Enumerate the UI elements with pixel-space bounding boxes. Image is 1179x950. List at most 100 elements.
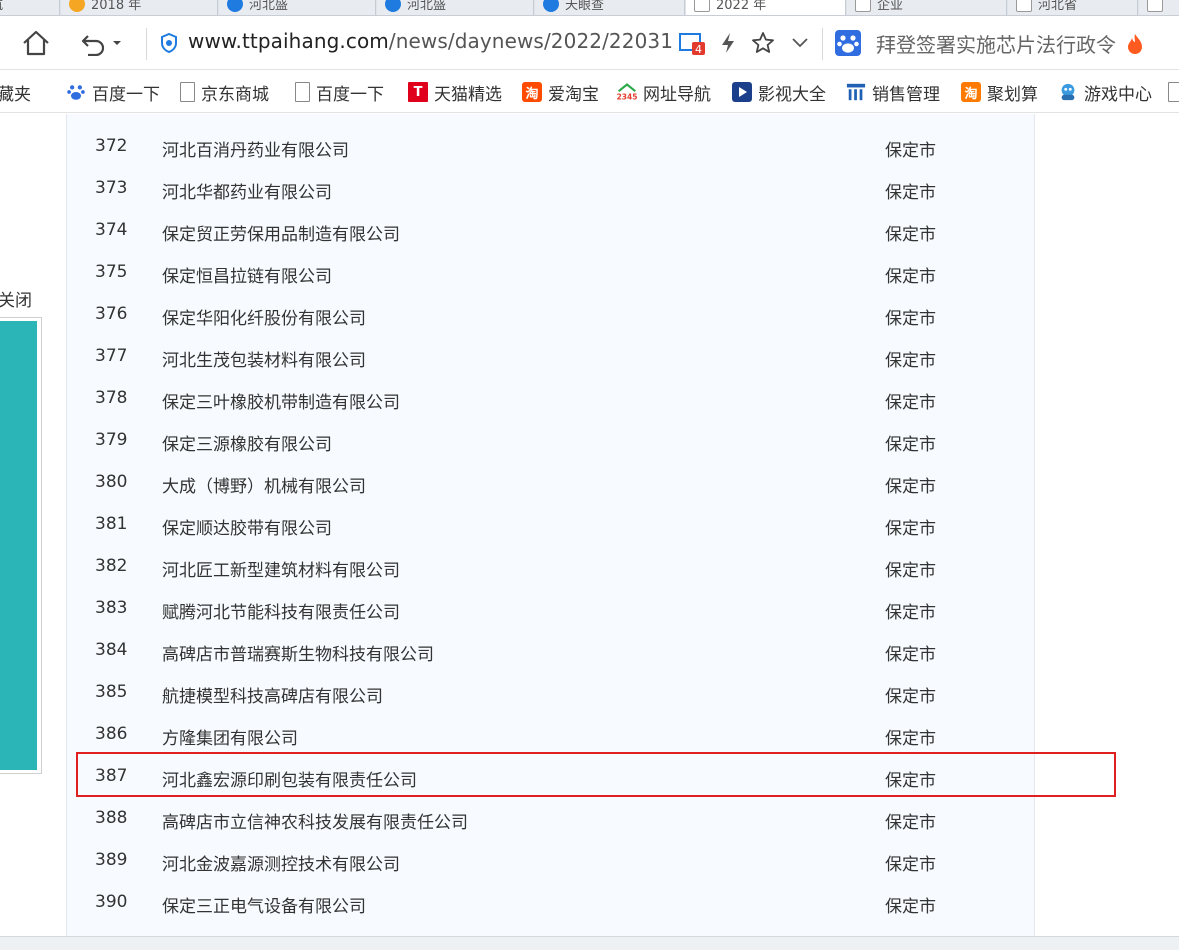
bookmark-sales[interactable]: 销售管理 [846, 80, 940, 105]
taobao-icon: 淘 [522, 82, 542, 102]
city-name: 保定市 [885, 477, 936, 497]
bookmark-favorites[interactable]: 收藏夹 [0, 80, 31, 105]
tab-label: 航 [0, 0, 3, 13]
bookmark-baidu[interactable]: 百度一下 [66, 80, 160, 105]
tab-manager-button[interactable]: 4 [674, 25, 710, 61]
table-row: 389 河北金波嘉源测控技术有限公司 保定市 [67, 840, 1036, 882]
lightning-button[interactable] [710, 25, 746, 61]
bookmark-label: 影视大全 [758, 84, 826, 105]
baidu-paw-icon [835, 30, 861, 56]
search-engine-button[interactable] [830, 25, 866, 61]
tab-4[interactable]: 河北盛 [377, 0, 534, 15]
bookmark-baidu-2[interactable]: 百度一下 [295, 80, 384, 105]
company-name: 河北匠工新型建筑材料有限公司 [162, 561, 400, 581]
home-button[interactable] [18, 25, 54, 61]
city-name: 保定市 [885, 729, 936, 749]
bookmark-label: 收藏夹 [0, 84, 31, 105]
address-dropdown-button[interactable] [782, 25, 818, 61]
table-row: 372 河北百消丹药业有限公司 保定市 [67, 126, 1036, 168]
baidu-paw-icon [66, 82, 86, 102]
search-suggestion[interactable]: 拜登签署实施芯片法行政令 [876, 29, 1144, 58]
city-name: 保定市 [885, 561, 936, 581]
city-name: 保定市 [885, 519, 936, 539]
bookmark-juhuasuan[interactable]: 淘聚划算 [961, 80, 1038, 105]
bookmark-label: 爱淘宝 [548, 84, 599, 105]
city-name: 保定市 [885, 897, 936, 917]
url-path: /news/daynews/2022/22031 [388, 29, 674, 53]
table-row: 390 保定三正电气设备有限公司 保定市 [67, 882, 1036, 924]
star-icon [752, 32, 774, 53]
company-name: 高碑店市普瑞赛斯生物科技有限公司 [162, 645, 434, 665]
city-name: 保定市 [885, 603, 936, 623]
row-number: 386 [95, 724, 128, 744]
bookmark-video[interactable]: 影视大全 [732, 80, 826, 105]
row-number: 375 [95, 262, 128, 282]
tab-1[interactable]: 航 [0, 0, 60, 15]
company-name: 河北鑫宏源印刷包装有限责任公司 [162, 771, 417, 791]
bookmark-jd[interactable]: 京东商城 [180, 80, 269, 105]
company-name: 保定三叶橡胶机带制造有限公司 [162, 393, 400, 413]
company-name: 河北生茂包装材料有限公司 [162, 351, 366, 371]
tab-9[interactable] [1139, 0, 1179, 15]
lightning-icon [722, 33, 734, 53]
address-input[interactable]: www.ttpaihang.com/news/daynews/2022/2203… [188, 29, 673, 53]
row-number: 379 [95, 430, 128, 450]
bookmark-more[interactable] [1168, 80, 1179, 104]
page-icon [1168, 82, 1179, 102]
tab-5[interactable]: 天眼查 [535, 0, 685, 15]
table-row: 374 保定贸正劳保用品制造有限公司 保定市 [67, 210, 1036, 252]
row-number: 381 [95, 514, 128, 534]
company-name: 河北华都药业有限公司 [162, 183, 332, 203]
table-row: 388 高碑店市立信神农科技发展有限责任公司 保定市 [67, 798, 1036, 840]
chevron-down-icon [113, 41, 121, 45]
company-name: 保定华阳化纤股份有限公司 [162, 309, 366, 329]
company-list: 372 河北百消丹药业有限公司 保定市 373 河北华都药业有限公司 保定市 374 保定贸正… [66, 114, 1035, 936]
navigation-bar: www.ttpaihang.com/news/daynews/2022/2203… [0, 16, 1179, 70]
tab-2[interactable]: 2018 年 [61, 0, 218, 15]
tmall-icon: T [408, 82, 428, 102]
tab-7[interactable]: 企业 [847, 0, 1007, 15]
tab-label: 天眼查 [565, 0, 605, 13]
bookmark-tmall[interactable]: T 天猫精选 [408, 80, 502, 105]
status-bar [0, 936, 1179, 950]
table-row: 387 河北鑫宏源印刷包装有限责任公司 保定市 [67, 756, 1036, 798]
page-icon [180, 82, 195, 102]
tab-label: 河北盛 [407, 0, 447, 13]
row-number: 378 [95, 388, 128, 408]
ie-icon [227, 0, 243, 12]
bookmark-label: 百度一下 [92, 84, 160, 105]
undo-dropdown-button[interactable] [105, 25, 129, 61]
ie-icon [385, 0, 401, 12]
tab-6-active[interactable]: 2022 年 [686, 0, 846, 15]
tab-8[interactable]: 河北省 [1008, 0, 1138, 15]
table-row: 385 航捷模型科技高碑店有限公司 保定市 [67, 672, 1036, 714]
tab-label: 河北盛 [249, 0, 289, 13]
bookmark-nav[interactable]: 2345 网址导航 [617, 80, 711, 105]
table-row: 383 赋腾河北节能科技有限责任公司 保定市 [67, 588, 1036, 630]
row-number: 384 [95, 640, 128, 660]
divider [146, 28, 147, 60]
tab-3[interactable]: 河北盛 [219, 0, 376, 15]
company-name: 高碑店市立信神农科技发展有限责任公司 [162, 813, 468, 833]
juhuasuan-icon: 淘 [961, 82, 981, 102]
flame-icon [1128, 34, 1143, 54]
favorite-button[interactable] [745, 25, 781, 61]
svg-text:2345: 2345 [617, 93, 637, 102]
orange-site-icon [69, 0, 85, 12]
table-row: 391保定金达地下管线探测工程有限公司保定市 [67, 924, 1036, 936]
side-advertisement[interactable] [0, 317, 42, 774]
tab-count-badge: 4 [695, 43, 702, 56]
company-name: 保定顺达胶带有限公司 [162, 519, 332, 539]
row-number: 388 [95, 808, 128, 828]
bookmark-label: 网址导航 [643, 84, 711, 105]
page-content: 关闭 372 河北百消丹药业有限公司 保定市 373 河北华都药业有限公司 保定市 374 保… [0, 114, 1179, 936]
ad-close-button[interactable]: 关闭 [0, 286, 32, 311]
bookmark-label: 京东商城 [201, 84, 269, 105]
bookmark-label: 游戏中心 [1084, 84, 1152, 105]
company-name: 大成（博野）机械有限公司 [162, 477, 366, 497]
bookmark-label: 天猫精选 [434, 84, 502, 105]
bookmark-aitaobao[interactable]: 淘爱淘宝 [522, 80, 599, 105]
bookmarks-bar: 收藏夹 百度一下 京东商城 百度一下 T天猫精选 淘爱淘宝 2345 网址导航 … [0, 71, 1179, 113]
bookmark-games[interactable]: 游戏中心 [1058, 80, 1152, 105]
row-number: 382 [95, 556, 128, 576]
